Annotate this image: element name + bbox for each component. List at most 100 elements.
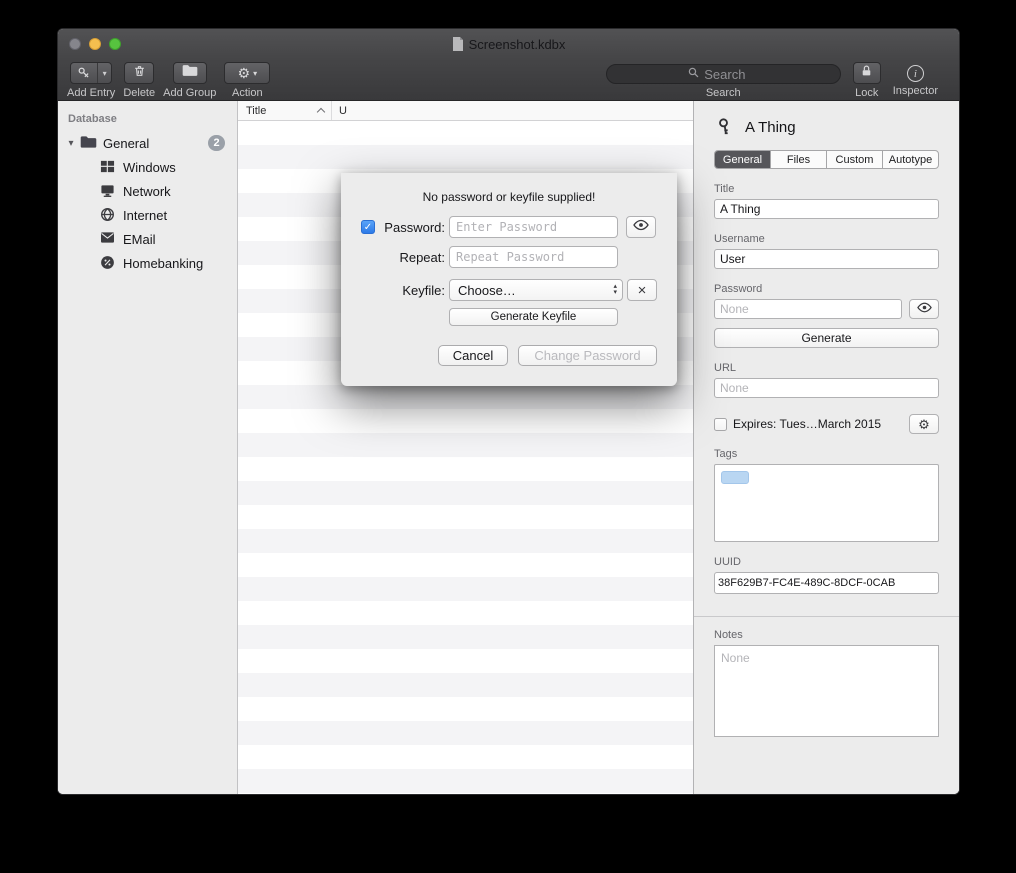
action-tool: ⚙ ▾ Action <box>224 62 270 99</box>
reveal-password-button[interactable] <box>626 216 656 238</box>
sidebar: Database ▾ General 2 Windows Networ <box>58 101 238 794</box>
gear-icon: ⚙ <box>918 418 930 431</box>
tag-token[interactable] <box>721 471 749 484</box>
windows-icon <box>100 159 116 175</box>
globe-icon <box>100 207 116 223</box>
inspector-panel: A Thing General Files Custom Autotype Ti… <box>694 101 959 794</box>
eye-icon <box>917 300 932 318</box>
search-tool: Search <box>606 62 841 99</box>
app-window: Screenshot.kdbx ▾ Add Entry Delete <box>57 28 960 795</box>
delete-tool: Delete <box>123 62 155 99</box>
sort-ascending-icon <box>317 108 325 116</box>
tab-custom[interactable]: Custom <box>827 151 883 168</box>
add-group-button[interactable] <box>173 62 207 84</box>
envelope-icon <box>100 231 116 247</box>
window-title: Screenshot.kdbx <box>469 37 566 52</box>
action-button[interactable]: ⚙ ▾ <box>224 62 270 84</box>
lock-button[interactable] <box>853 62 881 84</box>
search-caption: Search <box>706 87 741 99</box>
add-entry-button[interactable]: ▾ <box>70 62 112 84</box>
change-password-button[interactable]: Change Password <box>518 345 657 366</box>
uuid-label: UUID <box>714 556 939 568</box>
keyfile-popup[interactable]: Choose… ▴▾ <box>449 279 623 301</box>
username-field[interactable] <box>714 249 939 269</box>
password-field-label: Password <box>714 283 939 295</box>
cancel-button[interactable]: Cancel <box>438 345 508 366</box>
tags-field[interactable] <box>714 464 939 542</box>
sidebar-item-network[interactable]: Network <box>58 179 237 203</box>
document-icon <box>452 37 464 51</box>
sidebar-item-label: Internet <box>123 208 167 223</box>
info-icon[interactable]: i <box>907 65 924 82</box>
expires-settings-button[interactable]: ⚙ <box>909 414 939 434</box>
password-checkbox[interactable]: ✓ <box>361 220 375 234</box>
toolbar: ▾ Add Entry Delete Add Group ⚙ ▾ <box>58 59 959 101</box>
change-password-dialog: No password or keyfile supplied! ✓ Passw… <box>341 173 677 386</box>
tab-autotype[interactable]: Autotype <box>883 151 938 168</box>
disclosure-triangle-icon[interactable]: ▾ <box>62 138 80 149</box>
add-group-label: Add Group <box>163 87 216 99</box>
popup-stepper-icon: ▴▾ <box>613 284 617 296</box>
reveal-password-button[interactable] <box>909 299 939 319</box>
sidebar-item-label: Network <box>123 184 171 199</box>
inspector-divider <box>694 616 959 617</box>
sidebar-item-label: Homebanking <box>123 256 203 271</box>
sidebar-item-windows[interactable]: Windows <box>58 155 237 179</box>
content-area: Database ▾ General 2 Windows Networ <box>58 101 959 794</box>
chevron-down-icon: ▾ <box>253 69 257 78</box>
sidebar-item-email[interactable]: EMail <box>58 227 237 251</box>
minimize-button[interactable] <box>89 38 101 50</box>
key-icon <box>71 63 98 83</box>
sidebar-item-internet[interactable]: Internet <box>58 203 237 227</box>
search-field[interactable] <box>606 64 841 84</box>
notes-label: Notes <box>714 629 939 641</box>
gear-icon: ⚙ <box>238 66 251 80</box>
url-field-label: URL <box>714 362 939 374</box>
add-group-tool: Add Group <box>163 62 216 99</box>
zoom-button[interactable] <box>109 38 121 50</box>
search-icon <box>688 65 699 83</box>
column-header-username[interactable]: U <box>332 101 347 120</box>
repeat-password-input[interactable] <box>449 246 618 268</box>
title-field[interactable] <box>714 199 939 219</box>
delete-label: Delete <box>123 87 155 99</box>
clear-keyfile-button[interactable]: × <box>627 279 657 301</box>
column-label: U <box>339 105 347 117</box>
percent-coin-icon <box>100 255 116 271</box>
lock-icon <box>860 64 873 83</box>
uuid-field[interactable] <box>714 572 939 594</box>
inspector-header: A Thing <box>716 117 939 137</box>
trash-icon <box>133 64 146 83</box>
add-entry-label: Add Entry <box>67 87 115 99</box>
sidebar-item-homebanking[interactable]: Homebanking <box>58 251 237 275</box>
sidebar-item-general[interactable]: ▾ General 2 <box>58 131 237 155</box>
column-header-title[interactable]: Title <box>238 101 332 120</box>
folder-icon <box>80 135 97 152</box>
chevron-down-icon[interactable]: ▾ <box>98 63 111 83</box>
entry-count-badge: 2 <box>208 135 225 151</box>
keyfile-popup-value: Choose… <box>458 283 613 298</box>
eye-icon <box>633 218 649 236</box>
dialog-message: No password or keyfile supplied! <box>341 190 677 204</box>
tab-files[interactable]: Files <box>771 151 827 168</box>
entry-title: A Thing <box>745 119 796 136</box>
lock-tool: Lock <box>853 62 881 99</box>
username-field-label: Username <box>714 233 939 245</box>
close-button[interactable] <box>69 38 81 50</box>
column-label: Title <box>246 105 266 117</box>
title-field-label: Title <box>714 183 939 195</box>
sidebar-item-label: General <box>103 136 149 151</box>
generate-button[interactable]: Generate <box>714 328 939 348</box>
search-input[interactable] <box>704 67 758 82</box>
expires-checkbox[interactable] <box>714 418 727 431</box>
sidebar-header: Database <box>58 111 237 131</box>
tab-general[interactable]: General <box>715 151 771 168</box>
add-entry-tool: ▾ Add Entry <box>67 62 115 99</box>
password-field[interactable] <box>714 299 902 319</box>
list-header: Title U <box>238 101 693 121</box>
generate-keyfile-button[interactable]: Generate Keyfile <box>449 308 618 326</box>
notes-field[interactable]: None <box>714 645 939 737</box>
password-input[interactable] <box>449 216 618 238</box>
delete-button[interactable] <box>124 62 154 84</box>
url-field[interactable] <box>714 378 939 398</box>
